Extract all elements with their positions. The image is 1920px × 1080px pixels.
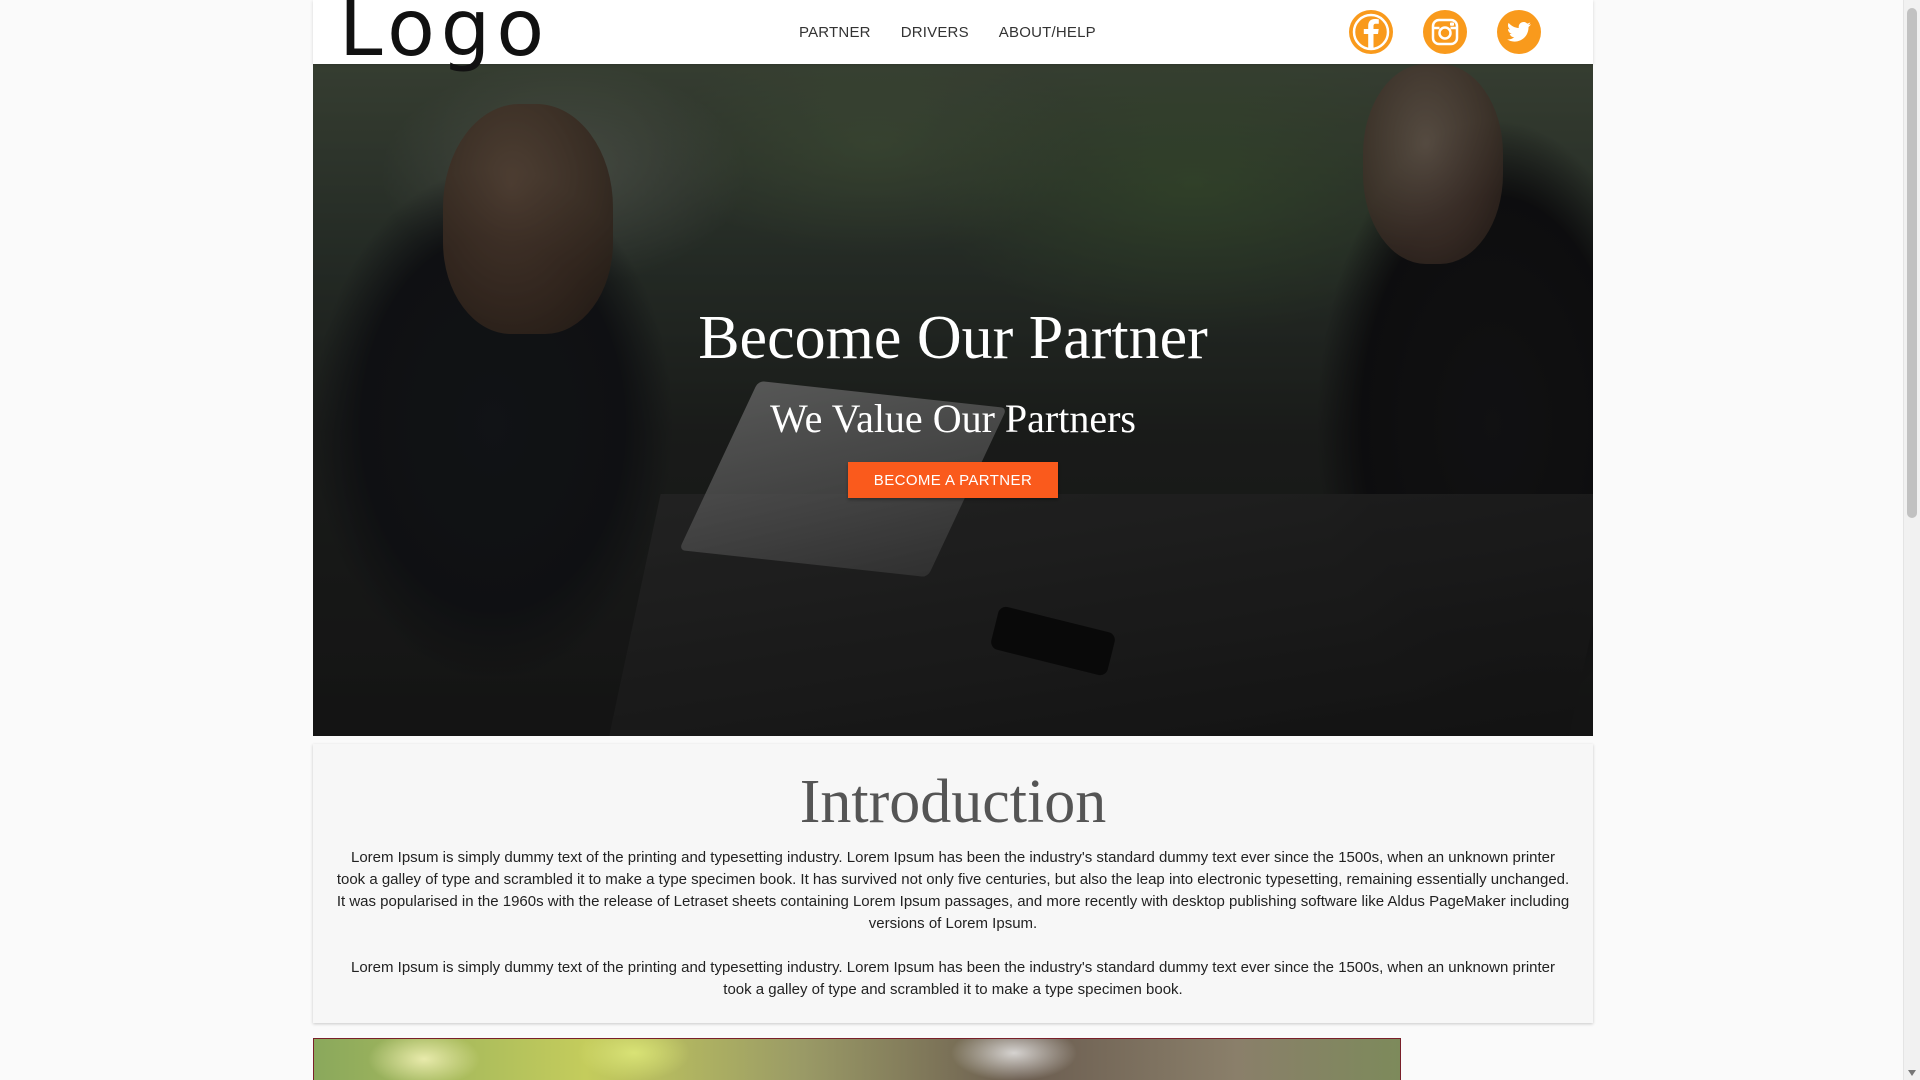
social-links — [1319, 10, 1541, 54]
instagram-icon — [1431, 18, 1459, 46]
twitter-icon — [1507, 22, 1531, 42]
become-partner-button[interactable]: BECOME A PARTNER — [848, 462, 1058, 498]
scrollbar-thumb[interactable] — [1907, 8, 1917, 518]
nav-item-partner[interactable]: PARTNER — [799, 24, 871, 41]
intro-title: Introduction — [799, 768, 1107, 836]
main-nav: PARTNER DRIVERS ABOUT/HELP — [799, 0, 1126, 64]
intro-paragraph-2: Lorem Ipsum is simply dummy text of the … — [350, 959, 1556, 998]
hero-title: Become Our Partner — [698, 304, 1208, 372]
hero-banner: Become Our Partner We Value Our Partners… — [313, 64, 1593, 736]
scroll-down-arrow-icon[interactable] — [1908, 1070, 1916, 1076]
twitter-button[interactable] — [1497, 10, 1541, 54]
nav-item-drivers[interactable]: DRIVERS — [901, 24, 969, 41]
page: Logo PARTNER DRIVERS ABOUT/HELP Become O… — [0, 0, 1920, 1080]
facebook-icon — [1352, 13, 1390, 51]
main-container: Logo PARTNER DRIVERS ABOUT/HELP Become O… — [313, 0, 1593, 1023]
next-section-image — [313, 1038, 1401, 1080]
hero-subtitle: We Value Our Partners — [770, 396, 1136, 441]
vertical-scrollbar[interactable] — [1903, 0, 1920, 1080]
logo[interactable]: Logo — [339, 0, 550, 68]
introduction-section: Introduction Lorem Ipsum is simply dummy… — [313, 744, 1593, 1023]
intro-paragraph-1: Lorem Ipsum is simply dummy text of the … — [336, 849, 1570, 932]
instagram-button[interactable] — [1423, 10, 1467, 54]
site-header: Logo PARTNER DRIVERS ABOUT/HELP — [313, 0, 1593, 68]
nav-item-about-help[interactable]: ABOUT/HELP — [999, 24, 1096, 41]
facebook-button[interactable] — [1349, 10, 1393, 54]
